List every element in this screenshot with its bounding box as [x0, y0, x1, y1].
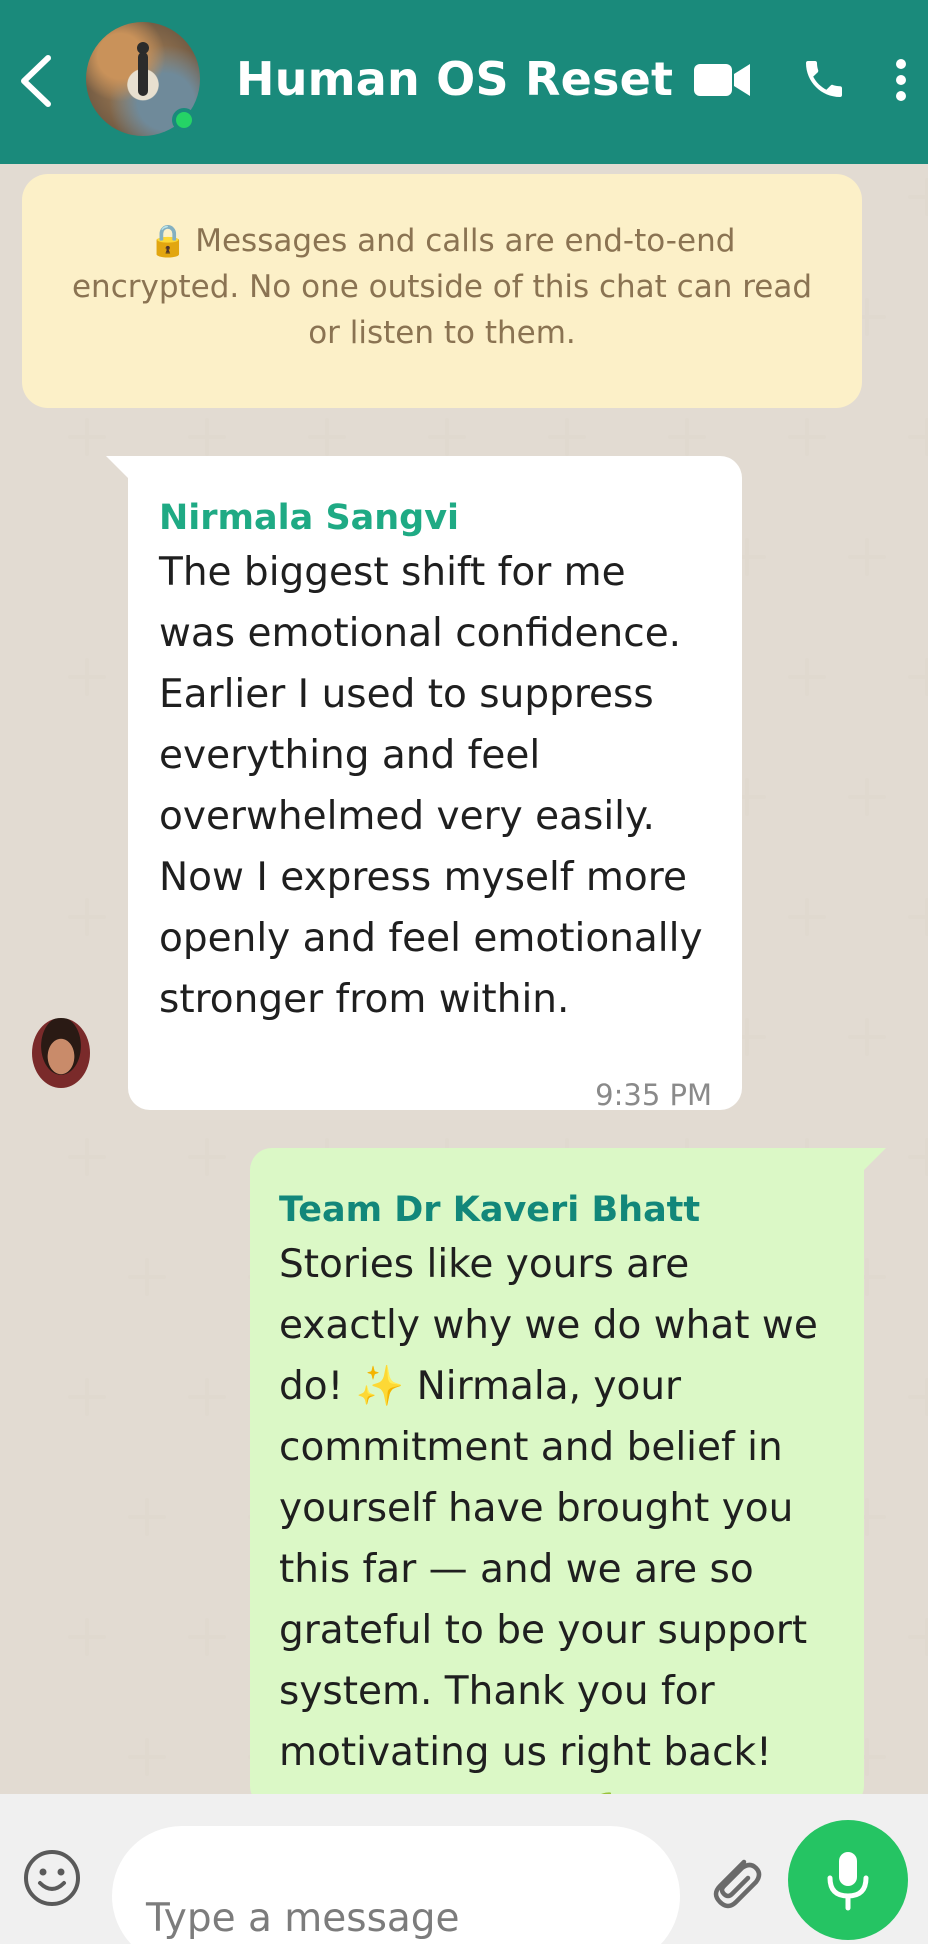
online-status-dot	[172, 108, 196, 132]
incoming-message-bubble[interactable]: Nirmala Sangvi The biggest shift for me …	[106, 456, 742, 1112]
wallpaper-plus-mark	[68, 1138, 106, 1176]
phone-icon[interactable]	[800, 54, 848, 104]
wallpaper-plus-mark	[308, 418, 346, 456]
wallpaper-plus-mark	[68, 1378, 106, 1416]
back-arrow-icon[interactable]	[14, 48, 58, 114]
message-sender-name[interactable]: Team Dr Kaveri Bhatt	[279, 1190, 832, 1230]
encryption-notice: 🔒 Messages and calls are end-to-end encry…	[22, 174, 862, 408]
wallpaper-plus-mark	[848, 538, 886, 576]
wallpaper-plus-mark	[788, 418, 826, 456]
outgoing-message-bubble[interactable]: Team Dr Kaveri Bhatt Stories like yours …	[250, 1148, 886, 1836]
wallpaper-plus-mark	[908, 1138, 928, 1176]
wallpaper-plus-mark	[188, 418, 226, 456]
wallpaper-plus-mark	[908, 658, 928, 696]
wallpaper-plus-mark	[908, 178, 928, 216]
wallpaper-plus-mark	[68, 418, 106, 456]
wallpaper-plus-mark	[428, 418, 466, 456]
wallpaper-plus-mark	[908, 1378, 928, 1416]
wallpaper-plus-mark	[908, 1618, 928, 1656]
message-text: Stories like yours are exactly why we do…	[279, 1242, 818, 1836]
emoji-icon[interactable]	[22, 1848, 82, 1908]
chat-title[interactable]: Human OS Reset	[236, 52, 673, 106]
mic-button[interactable]	[788, 1820, 908, 1940]
message-timestamp: 9:35 PM	[595, 1078, 712, 1112]
wallpaper-plus-mark	[128, 1498, 166, 1536]
message-sender-name[interactable]: Nirmala Sangvi	[159, 498, 710, 538]
wallpaper-plus-mark	[848, 778, 886, 816]
sender-avatar[interactable]	[32, 1018, 90, 1088]
more-vert-icon[interactable]	[894, 58, 908, 102]
wallpaper-plus-mark	[908, 898, 928, 936]
wallpaper-plus-mark	[188, 1138, 226, 1176]
wallpaper-plus-mark	[788, 658, 826, 696]
wallpaper-plus-mark	[668, 418, 706, 456]
wallpaper-plus-mark	[188, 1618, 226, 1656]
wallpaper-plus-mark	[128, 1258, 166, 1296]
message-composer: Type a message	[0, 1794, 928, 1944]
mic-icon	[827, 1852, 869, 1911]
wallpaper-plus-mark	[908, 418, 928, 456]
wallpaper-plus-mark	[128, 1738, 166, 1776]
wallpaper-plus-mark	[68, 658, 106, 696]
message-text: The biggest shift for me was emotional c…	[159, 550, 703, 1022]
message-input[interactable]: Type a message	[112, 1826, 680, 1944]
wallpaper-plus-mark	[68, 898, 106, 936]
wallpaper-plus-mark	[848, 1018, 886, 1056]
attach-icon[interactable]	[704, 1848, 764, 1912]
message-input-placeholder: Type a message	[146, 1896, 460, 1941]
chat-header: Human OS Reset	[0, 0, 928, 164]
lock-icon: 🔒	[148, 223, 188, 259]
wallpaper-plus-mark	[68, 1618, 106, 1656]
wallpaper-plus-mark	[548, 418, 586, 456]
video-call-icon[interactable]	[694, 60, 752, 100]
wallpaper-plus-mark	[788, 898, 826, 936]
wallpaper-plus-mark	[188, 1378, 226, 1416]
